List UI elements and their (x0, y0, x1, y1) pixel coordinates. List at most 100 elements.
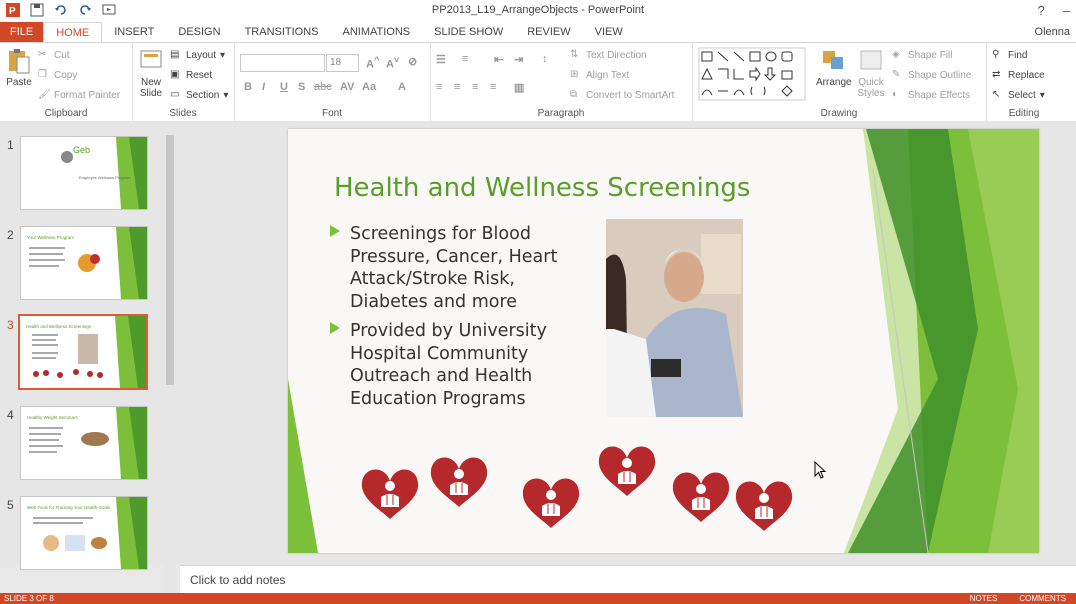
thumbnail-preview: Health and Wellness Screenings (26, 316, 146, 388)
doctor-heart-icon[interactable] (430, 457, 488, 508)
find-button[interactable]: ⚲ Find (992, 49, 1027, 61)
slide-thumbnail-4[interactable]: 4 Healthy Weight Seminars (0, 406, 180, 486)
thumbnail-preview: Web Tools for Tracking Your Health Goals (27, 497, 147, 569)
current-slide[interactable]: Health and Wellness Screenings Screening… (288, 129, 1039, 553)
tab-review[interactable]: REVIEW (515, 22, 582, 42)
minimize-button[interactable]: – (1063, 3, 1070, 18)
slides-group: New Slide ▤ Layout ▾ ▣ Reset ▭ Section ▾ Slid… (132, 43, 235, 121)
bold-icon[interactable]: B (244, 81, 252, 93)
shape-outline-button[interactable]: ✎ Shape Outline (892, 69, 971, 81)
shrink-font-icon[interactable]: A˅ (386, 55, 399, 71)
change-case-icon[interactable]: Aa (362, 81, 376, 93)
line-spacing-icon[interactable]: ↕ (542, 53, 548, 65)
comments-button[interactable]: COMMENTS (1019, 594, 1066, 603)
tab-view[interactable]: VIEW (583, 22, 635, 42)
tab-file[interactable]: FILE (0, 22, 44, 42)
quick-styles-button[interactable]: Quick Styles (856, 47, 886, 99)
font-size-combo[interactable]: 18 (326, 54, 359, 72)
slides-label: Slides (169, 108, 197, 119)
shape-effects-button[interactable]: ◐ Shape Effects (892, 89, 970, 101)
tab-design[interactable]: DESIGN (166, 22, 232, 42)
italic-icon[interactable]: I (262, 81, 265, 93)
slide-thumbnails-pane: 1 Geb Employee Wellness Program 2 Your W… (0, 121, 180, 570)
tab-home[interactable]: HOME (43, 22, 103, 42)
paintbrush-icon: 🖌 (38, 89, 51, 100)
doctor-heart-icon[interactable] (361, 469, 419, 520)
format-painter-button[interactable]: 🖌 Format Painter (38, 89, 120, 101)
slide-thumbnail-3[interactable]: 3 Health and Wellness Screenings (0, 314, 180, 396)
ribbon: Paste ✂ Cut ❐ Copy 🖌 Format Painter Clipboa… (0, 42, 1076, 122)
hearts-group (361, 446, 793, 532)
thumbnails-scrollbar[interactable] (164, 121, 176, 591)
tab-animations[interactable]: ANIMATIONS (331, 22, 423, 42)
thumbnail-preview: Healthy Weight Seminars (27, 407, 147, 479)
font-name-combo[interactable] (240, 54, 325, 72)
copy-button[interactable]: ❐ Copy (38, 69, 77, 81)
thumb-logo-text: Geb (73, 145, 90, 155)
doctor-heart-icon[interactable] (598, 446, 656, 497)
slide-thumbnail-5[interactable]: 5 Web Tools for Tracking Your Health Goa… (0, 496, 180, 576)
doctor-heart-icon[interactable] (672, 472, 730, 523)
new-slide-button[interactable]: New Slide (136, 47, 166, 99)
thumb-title: Healthy Weight Seminars (27, 415, 78, 420)
slide-thumbnail-1[interactable]: 1 Geb Employee Wellness Program (0, 136, 180, 216)
replace-button[interactable]: ⇄ Replace (992, 69, 1045, 81)
shapes-gallery[interactable] (698, 47, 806, 101)
status-bar: SLIDE 3 OF 8 NOTES COMMENTS (0, 593, 1076, 604)
underline-icon[interactable]: U (280, 81, 288, 93)
doctor-heart-icon[interactable] (522, 478, 580, 529)
text-direction-button[interactable]: ⇅ Text Direction (570, 49, 647, 61)
notes-pane[interactable]: Click to add notes (180, 565, 1076, 594)
columns-icon[interactable]: ▥ (514, 81, 524, 94)
reset-button[interactable]: ▣ Reset (170, 69, 212, 81)
thumb-title: Health and Wellness Screenings (26, 324, 92, 329)
tab-slide-show[interactable]: SLIDE SHOW (422, 22, 515, 42)
strikethrough-icon[interactable]: abc (314, 81, 332, 93)
slide-thumbnail-2[interactable]: 2 Your Wellness Program (0, 226, 180, 306)
increase-indent-icon[interactable]: ⇥ (514, 53, 523, 66)
user-name[interactable]: Olenna (1035, 22, 1076, 42)
paste-icon (9, 49, 30, 74)
thumb-title: Web Tools for Tracking Your Health Goals (27, 505, 111, 510)
align-text-button[interactable]: ⊞ Align Text (570, 69, 629, 81)
grow-font-icon[interactable]: A^ (366, 55, 379, 71)
clear-formatting-icon[interactable]: ⊘ (408, 55, 417, 68)
decrease-indent-icon[interactable]: ⇤ (494, 53, 503, 66)
tab-transitions[interactable]: TRANSITIONS (233, 22, 331, 42)
paragraph-group: ☰ ≡ ⇤ ⇥ ↕ ≡ ≡ ≡ ≡ ▥ ⇅ Text Direction ⊞ Ali… (430, 43, 693, 121)
section-button[interactable]: ▭ Section ▾ (170, 89, 228, 101)
align-text-icon: ⊞ (570, 69, 579, 80)
font-color-icon[interactable]: A (398, 81, 406, 93)
scrollbar-thumb[interactable] (166, 135, 174, 385)
align-center-icon[interactable]: ≡ (454, 81, 460, 93)
window-title: PP2013_L19_ArrangeObjects - PowerPoint (431, 4, 645, 16)
thumbnail-preview: Geb Employee Wellness Program (61, 137, 147, 209)
cut-button[interactable]: ✂ Cut (38, 49, 70, 61)
pen-icon: ✎ (892, 69, 901, 80)
arrange-button[interactable]: Arrange (816, 47, 852, 88)
thumb-subtitle: Employee Wellness Program (79, 175, 131, 180)
align-right-icon[interactable]: ≡ (472, 81, 478, 93)
section-icon: ▭ (170, 89, 180, 100)
paragraph-label: Paragraph (537, 108, 585, 119)
justify-icon[interactable]: ≡ (490, 81, 496, 93)
convert-smartart-button[interactable]: ⧉ Convert to SmartArt (570, 89, 674, 101)
numbering-icon[interactable]: ≡ (462, 53, 468, 65)
align-left-icon[interactable]: ≡ (436, 81, 442, 93)
doctor-heart-icon[interactable] (735, 481, 793, 532)
tab-insert[interactable]: INSERT (102, 22, 166, 42)
chevron-down-icon: ▾ (223, 89, 229, 101)
scissors-icon: ✂ (38, 49, 47, 60)
thumbnail-preview: Your Wellness Program (27, 227, 147, 299)
title-bar: P PP2013_L19_ArrangeObjects - PowerPoint… (0, 0, 1076, 22)
shape-fill-button[interactable]: ◈ Shape Fill (892, 49, 952, 61)
layout-button[interactable]: ▤ Layout ▾ (170, 49, 225, 61)
notes-button[interactable]: NOTES (970, 594, 998, 603)
editing-group: ⚲ Find ⇄ Replace ↖ Select ▾ Editing (986, 43, 1062, 121)
bullets-icon[interactable]: ☰ (436, 53, 446, 66)
char-spacing-icon[interactable]: AV (340, 81, 354, 93)
select-button[interactable]: ↖ Select ▾ (992, 89, 1045, 101)
paste-button[interactable]: Paste (6, 47, 32, 88)
shadow-icon[interactable]: S (298, 81, 305, 93)
help-button[interactable]: ? (1038, 3, 1045, 18)
